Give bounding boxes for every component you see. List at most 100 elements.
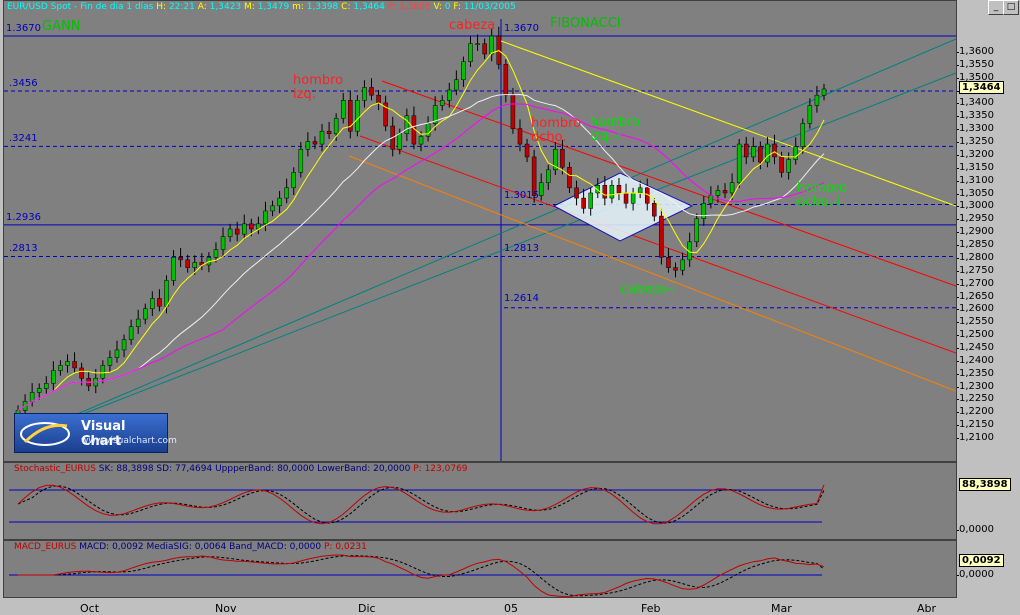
candle-body: [758, 146, 763, 163]
macd-header: MACD_EURUS MACD: 0,0092 MediaSIG: 0,0064…: [14, 542, 367, 552]
hombro-dcho-label: hombro dcho.: [531, 116, 582, 145]
candle-body: [319, 130, 325, 145]
price-axis-tick: 1,2600: [957, 303, 994, 315]
price-axis-tick: 1,2400: [957, 354, 994, 366]
candle-body: [772, 143, 777, 158]
candle-body: [503, 64, 509, 96]
candle-body: [814, 94, 820, 106]
level-label-1: 1.3670: [6, 23, 41, 34]
candle-body: [29, 392, 35, 402]
candle-body: [340, 100, 346, 119]
candle-body: [284, 187, 289, 199]
candle-body: [715, 190, 721, 196]
price-axis-tick: 1,3100: [957, 174, 994, 186]
candle-body: [630, 192, 636, 204]
candle-body: [694, 218, 699, 243]
macd-current-tag: 0,0092: [959, 554, 1004, 567]
price-axis-tick: 1,2950: [957, 213, 994, 225]
stochastic-panel[interactable]: Stochastic_EURUS SK: 88,3898 SD: 77,4694…: [3, 462, 957, 540]
price-axis-tick: 1,3300: [957, 123, 994, 135]
price-chart-svg: [4, 19, 956, 461]
candle-body: [404, 115, 410, 135]
candle-body: [652, 203, 657, 217]
candle-body: [765, 143, 770, 163]
candle-body: [751, 146, 756, 158]
price-axis-tick: 1,3000: [957, 200, 994, 212]
candle-body: [277, 197, 282, 207]
stochastic-axis: 88,3898 0,0000: [956, 462, 1020, 539]
price-axis[interactable]: 1,36001,35501,35001,34501,34001,33501,33…: [956, 0, 1020, 462]
chart-header: EUR/USD Spot - Fin de día 1 días H: 22:2…: [7, 2, 516, 12]
candle-body: [489, 35, 494, 55]
candle-body: [602, 184, 608, 199]
price-chart-panel[interactable]: EUR/USD Spot - Fin de día 1 días H: 22:2…: [3, 0, 957, 462]
level-label-9: 1.2614: [504, 293, 539, 304]
price-axis-tick: 1,2300: [957, 380, 994, 392]
candle-body: [722, 190, 728, 194]
candle-body: [121, 339, 127, 351]
candle-body: [736, 143, 742, 183]
candle-body: [164, 280, 169, 307]
candle-body: [461, 61, 466, 80]
price-axis-tick: 1,2800: [957, 251, 994, 263]
price-axis-tick: 1,2900: [957, 226, 994, 238]
macd-axis: 0,0092 0,0000: [956, 540, 1020, 597]
price-axis-tick: 1,2650: [957, 290, 994, 302]
candle-body: [581, 197, 586, 209]
cabeza-label: cabeza: [449, 18, 496, 33]
moving-average-yellow: [17, 50, 825, 411]
candle-body: [376, 94, 381, 104]
candle-body: [128, 326, 134, 340]
price-axis-tick: 1,2250: [957, 393, 994, 405]
price-axis-tick: 1,3200: [957, 148, 994, 160]
candle-body: [807, 105, 813, 124]
candle-body: [355, 100, 360, 132]
price-axis-tick: 1,3600: [957, 46, 994, 57]
level-label-2: 1.3670: [504, 23, 539, 34]
candle-body: [574, 187, 579, 199]
price-axis-tick: 1,2700: [957, 277, 994, 289]
candle-body: [786, 159, 791, 173]
visual-chart-logo[interactable]: Visual Chart www.visualchart.com: [14, 413, 177, 453]
price-axis-tick: 1,2750: [957, 264, 994, 276]
month-label-abr: Abr: [917, 602, 937, 615]
stochastic-header: Stochastic_EURUS SK: 88,3898 SD: 77,4694…: [14, 464, 468, 474]
candle-body: [291, 172, 296, 189]
month-label-feb: Feb: [641, 602, 661, 615]
price-axis-tick: 1,2200: [957, 406, 994, 418]
candle-body: [220, 236, 226, 250]
candle-body: [567, 166, 572, 189]
candle-body: [659, 215, 664, 258]
macd-signal-line: [18, 555, 825, 597]
month-label-oct: Oct: [80, 602, 100, 615]
candle-body: [312, 141, 318, 145]
price-axis-tick: 1,3250: [957, 136, 994, 148]
candle-body: [192, 262, 198, 268]
candle-body: [234, 228, 240, 235]
candle-body: [150, 298, 155, 310]
level-label-7: .2813: [9, 243, 38, 254]
level-label-8: 1.2813: [504, 243, 539, 254]
level-label-4: .3241: [9, 133, 38, 144]
downtrend-red-line: [359, 135, 956, 354]
candle-body: [263, 210, 268, 225]
candle-body: [447, 89, 452, 101]
candle-body: [800, 123, 806, 147]
fibonacci-label: FIBONACCI: [550, 16, 621, 31]
minimize-button[interactable]: _: [988, 0, 1004, 15]
candle-body: [588, 192, 593, 209]
candle-body: [185, 259, 190, 268]
current-price-tag: 1,3464: [959, 80, 1004, 94]
candle-body: [79, 367, 84, 379]
macd-panel[interactable]: MACD_EURUS MACD: 0,0092 MediaSIG: 0,0064…: [3, 540, 957, 598]
hombro-dcho-i-label: hombro dcho.-i: [797, 181, 848, 210]
month-label-dic: Dic: [358, 602, 376, 615]
price-axis-tick: 1,3350: [957, 110, 994, 122]
candle-body: [270, 205, 275, 212]
maximize-button[interactable]: □: [1003, 0, 1019, 15]
month-label-nov: Nov: [215, 602, 237, 615]
stochastic-svg: [9, 484, 825, 525]
price-axis-tick: 1,2100: [957, 432, 994, 444]
candle-body: [779, 156, 784, 173]
candle-body: [701, 203, 707, 219]
